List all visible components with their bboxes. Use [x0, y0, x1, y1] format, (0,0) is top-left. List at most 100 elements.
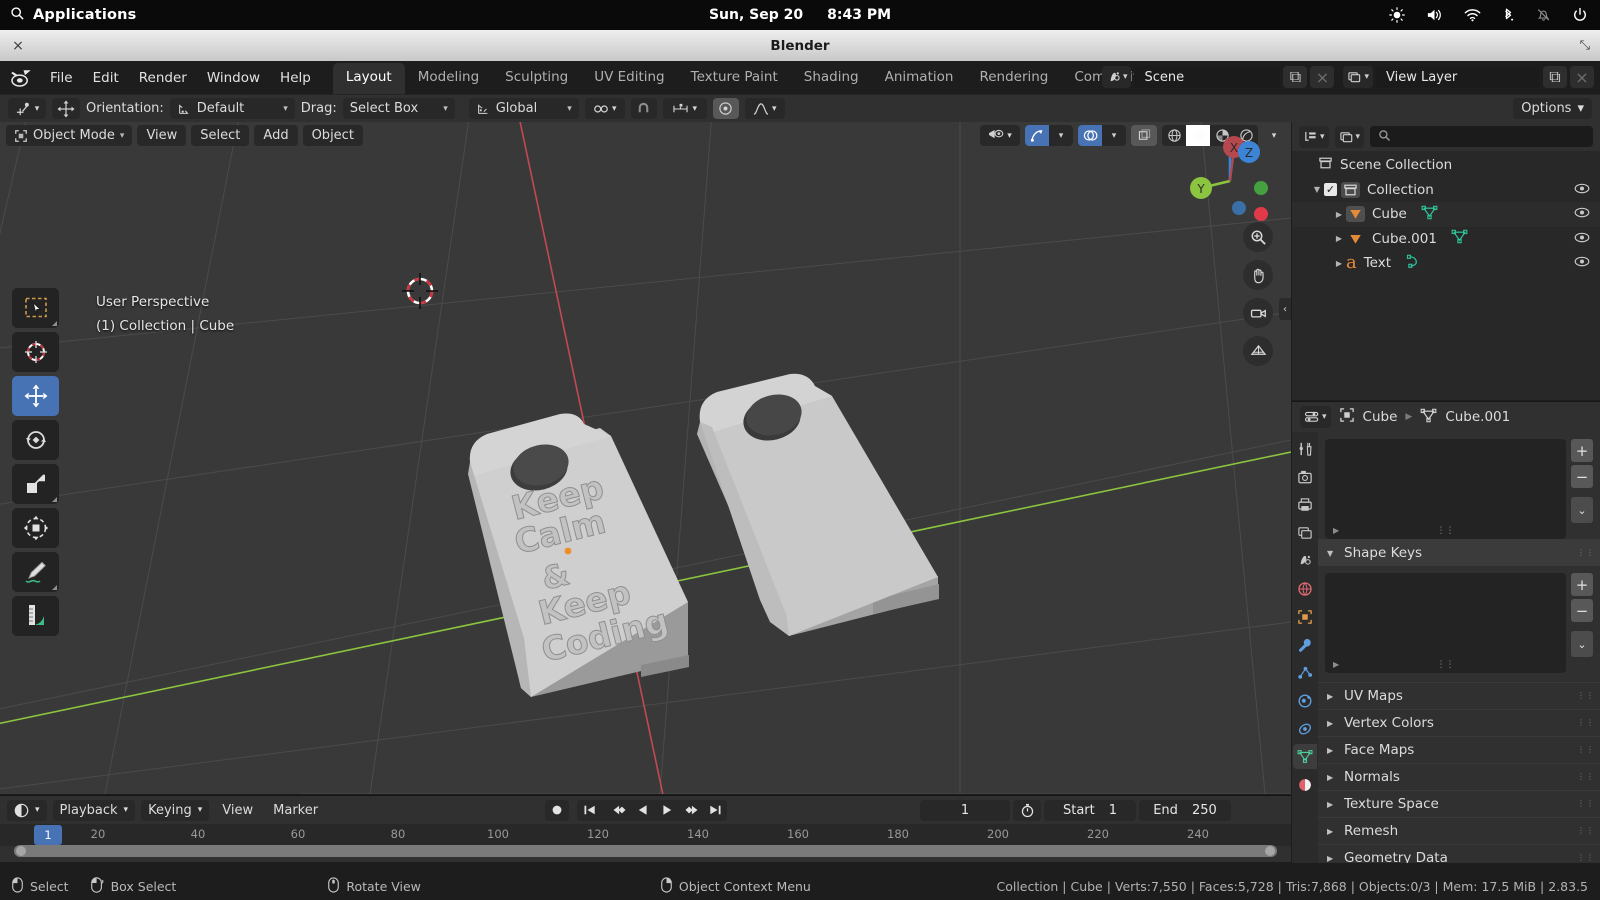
panel-grip[interactable]: ⋮⋮	[1577, 773, 1594, 781]
remove-scene-button[interactable]: ×	[1310, 66, 1335, 88]
visibility-eye-icon[interactable]	[1574, 231, 1590, 247]
bluetooth-icon[interactable]	[1502, 7, 1515, 23]
os-clock[interactable]: Sun, Sep 20 8:43 PM	[0, 7, 1600, 23]
viewport-menu-add[interactable]: Add	[254, 125, 298, 146]
workspace-tab-layout[interactable]: Layout	[332, 63, 405, 94]
gizmo-icon[interactable]	[1025, 125, 1049, 146]
brightness-icon[interactable]	[1389, 7, 1405, 23]
end-frame-field[interactable]: End 250	[1139, 799, 1231, 821]
next-keyframe-icon[interactable]	[679, 799, 703, 821]
magnet-icon[interactable]	[630, 98, 657, 119]
os-applications-button[interactable]: Applications	[0, 6, 137, 25]
visibility-icon[interactable]: ▾	[980, 125, 1020, 146]
panel-grip[interactable]: ⋮⋮	[1577, 827, 1594, 835]
notification-muted-icon[interactable]	[1536, 7, 1551, 23]
wifi-icon[interactable]	[1464, 8, 1481, 22]
menu-file[interactable]: File	[40, 67, 83, 89]
visibility-eye-icon[interactable]	[1574, 182, 1590, 198]
jump-start-icon[interactable]	[577, 799, 601, 821]
modifier-tab[interactable]	[1293, 632, 1317, 657]
panel-remesh[interactable]: ▶ Remesh ⋮⋮	[1318, 817, 1600, 844]
vertex-groups-list[interactable]: ▶ ⋮⋮	[1325, 439, 1566, 539]
collection-checkbox[interactable]: ✓	[1324, 183, 1337, 197]
scene-browse-button[interactable]: ▾	[1101, 66, 1132, 88]
view-layer-name-field[interactable]: View Layer	[1376, 66, 1540, 88]
overlays-dropdown[interactable]: ▾	[1102, 125, 1126, 146]
viewport-menu-select[interactable]: Select	[191, 125, 250, 146]
timeline-menu-keying[interactable]: Keying ▾	[141, 799, 210, 821]
viewport-sidebar-toggle[interactable]: ‹	[1279, 298, 1291, 320]
pivot-point-dropdown[interactable]: ▾	[584, 98, 625, 119]
timeline-scrollbar[interactable]	[0, 845, 1291, 857]
data-tab[interactable]	[1293, 744, 1317, 769]
pan-hand-icon[interactable]	[1243, 260, 1273, 290]
workspace-tab-animation[interactable]: Animation	[872, 63, 967, 94]
menu-window[interactable]: Window	[197, 67, 270, 89]
record-icon[interactable]	[545, 799, 569, 821]
expand-triangle-icon[interactable]: ▶	[1332, 234, 1346, 243]
object-tab[interactable]	[1293, 604, 1317, 629]
output-tab[interactable]	[1293, 492, 1317, 517]
orientation-dropdown[interactable]: Default ▾	[169, 98, 295, 119]
move-tool[interactable]	[12, 376, 59, 416]
list-menu-button[interactable]: ⌄	[1571, 497, 1593, 523]
viewport-3d[interactable]: Keep Calm & Keep Coding Object Mode ▾ Vi…	[0, 122, 1291, 794]
view-layer-tab[interactable]	[1293, 520, 1317, 545]
play-reverse-icon[interactable]	[631, 799, 655, 821]
panel-grip[interactable]: ⋮⋮	[1577, 800, 1594, 808]
filter-icon[interactable]: ▾	[1334, 125, 1365, 148]
panel-grip[interactable]: ⋮⋮	[1577, 746, 1594, 754]
expand-triangle-icon[interactable]: ▶	[1332, 259, 1346, 268]
scene-tab[interactable]	[1293, 548, 1317, 573]
overlays-icon[interactable]	[1078, 125, 1102, 146]
object-mode-dropdown[interactable]: Object Mode ▾	[6, 125, 133, 146]
timeline-menu-view[interactable]: View	[215, 800, 260, 821]
panel-normals[interactable]: ▶ Normals ⋮⋮	[1318, 763, 1600, 790]
outliner-row-cube-001[interactable]: ▶ Cube.001	[1292, 227, 1600, 252]
view-layer-browse-button[interactable]: ▾	[1343, 66, 1373, 88]
panel-uv-maps[interactable]: ▶ UV Maps ⋮⋮	[1318, 682, 1600, 709]
remove-button[interactable]: −	[1571, 599, 1593, 622]
workspace-tab-texture-paint[interactable]: Texture Paint	[678, 63, 791, 94]
list-grip[interactable]: ⋮⋮	[1325, 526, 1566, 536]
gizmo-dropdown[interactable]: ▾	[1049, 125, 1073, 146]
transform-tool[interactable]	[12, 508, 59, 548]
particles-tab[interactable]	[1293, 660, 1317, 685]
annotate-tool[interactable]	[12, 552, 59, 592]
workspace-tab-sculpting[interactable]: Sculpting	[492, 63, 581, 94]
overlays-toggle-group[interactable]: ▾	[1078, 125, 1126, 146]
panel-geometry-data[interactable]: ▶ Geometry Data ⋮⋮	[1318, 844, 1600, 863]
outliner-row-scene-collection[interactable]: Scene Collection	[1292, 153, 1600, 178]
render-tab[interactable]	[1293, 464, 1317, 489]
snap-to-dropdown[interactable]: ▾	[662, 98, 707, 119]
new-scene-button[interactable]: ⧉	[1283, 66, 1308, 88]
world-tab[interactable]	[1293, 576, 1317, 601]
constraints-tab[interactable]	[1293, 716, 1317, 741]
timeline-ruler[interactable]: 20 40 60 80 100 120 140 160 180 200 220 …	[0, 824, 1291, 846]
workspace-tab-uv-editing[interactable]: UV Editing	[581, 63, 677, 94]
current-frame-field[interactable]: 1	[920, 799, 1010, 821]
move-arrows-icon[interactable]	[52, 98, 80, 119]
falloff-curve-icon[interactable]: ▾	[744, 98, 785, 119]
visibility-eye-icon[interactable]	[1574, 206, 1590, 222]
navigation-gizmo[interactable]: X Y Z	[1179, 130, 1281, 232]
remove-view-layer-button[interactable]: ×	[1570, 66, 1594, 88]
breadcrumb-mesh-data[interactable]: Cube.001	[1445, 409, 1510, 425]
menu-help[interactable]: Help	[270, 67, 321, 89]
panel-grip[interactable]: ⋮⋮	[1577, 854, 1594, 862]
menu-render[interactable]: Render	[129, 67, 197, 89]
zoom-icon[interactable]	[1243, 222, 1273, 252]
panel-vertex-colors[interactable]: ▶ Vertex Colors ⋮⋮	[1318, 709, 1600, 736]
add-button[interactable]: +	[1571, 573, 1593, 596]
active-tool-icon[interactable]: ▾	[8, 98, 46, 119]
outliner-search-input[interactable]	[1370, 126, 1593, 147]
stopwatch-icon[interactable]	[1013, 799, 1041, 821]
menu-edit[interactable]: Edit	[83, 67, 129, 89]
panel-grip[interactable]: ⋮⋮	[1577, 719, 1594, 727]
gizmo-toggle-group[interactable]: ▾	[1025, 125, 1073, 146]
physics-tab[interactable]	[1293, 688, 1317, 713]
expand-triangle-icon[interactable]: ▶	[1332, 210, 1346, 219]
timeline-playhead[interactable]: 1	[34, 825, 62, 845]
xray-icon[interactable]	[1131, 125, 1157, 146]
timeline-editor-icon[interactable]: ▾	[7, 799, 47, 821]
